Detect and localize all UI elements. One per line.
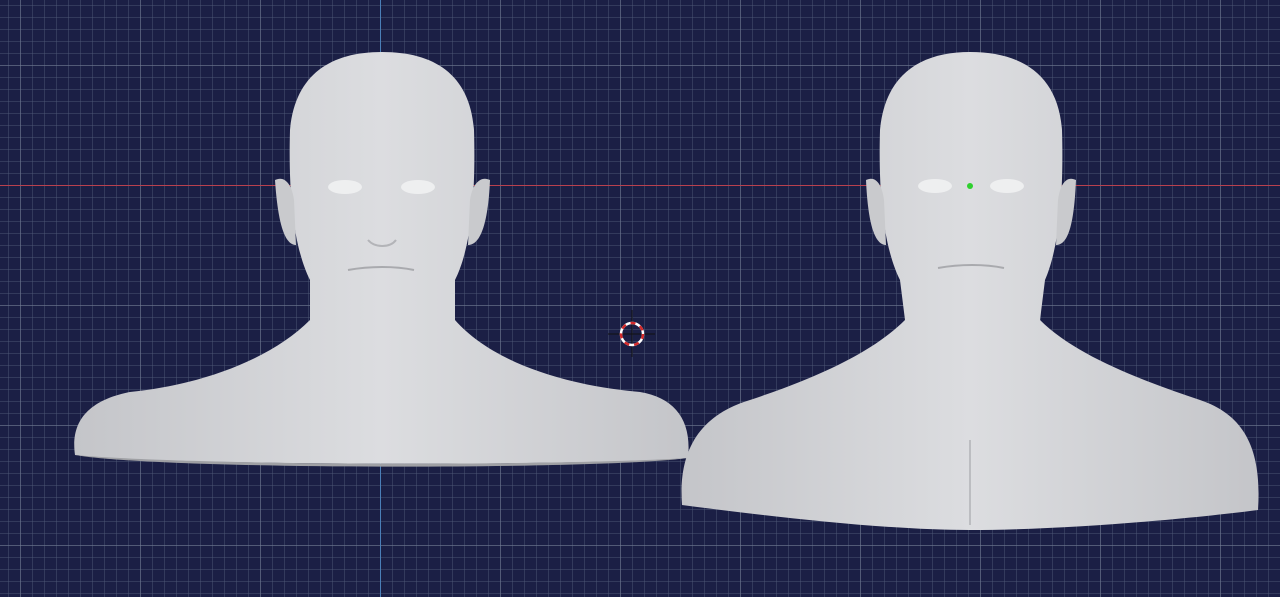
- 3d-cursor-icon[interactable]: [608, 310, 655, 357]
- object-origin-dot: [967, 183, 973, 189]
- bust-left[interactable]: [74, 52, 689, 467]
- bust-right[interactable]: [681, 52, 1259, 530]
- 3d-viewport[interactable]: [0, 0, 1280, 597]
- scene: [74, 52, 1259, 530]
